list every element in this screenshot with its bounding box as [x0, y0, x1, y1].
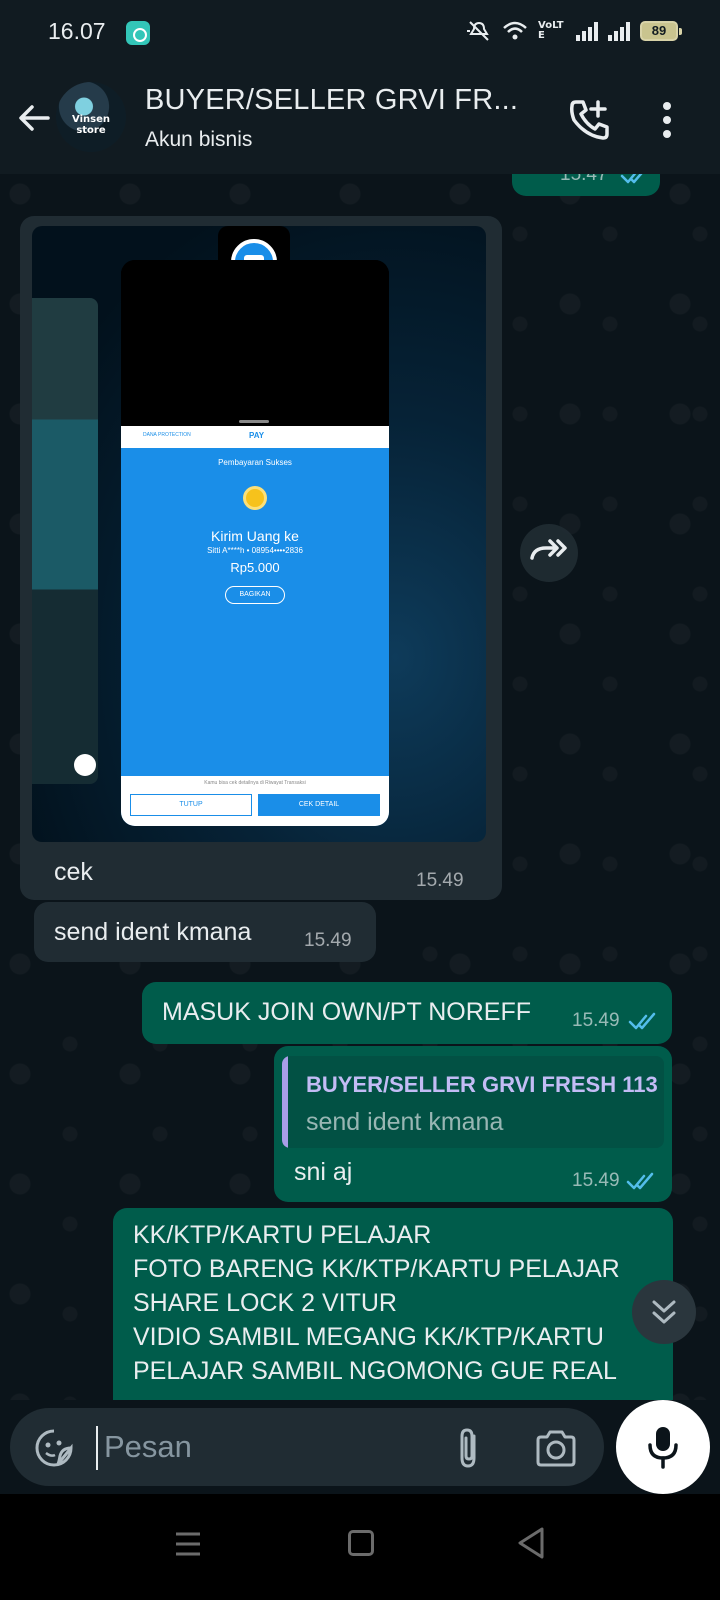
app-notification-icon [126, 21, 150, 45]
payment-amount: Rp5.000 [230, 560, 280, 575]
voice-message-button[interactable] [616, 1400, 710, 1494]
volte-icon: VoLTE [538, 20, 564, 41]
dana-protection-label: DANA PROTECTION [143, 432, 191, 438]
avatar-label: Vinsen store [72, 114, 110, 136]
read-ticks-icon [628, 1012, 656, 1030]
detail-button: CEK DETAIL [258, 794, 380, 816]
payment-note: Kamu bisa cek detailnya di Riwayat Trans… [204, 780, 306, 786]
double-chevron-down-icon [652, 1300, 676, 1324]
text-caret [96, 1426, 98, 1470]
quoted-message[interactable]: BUYER/SELLER GRVI FRESH 113 send ident k… [282, 1056, 664, 1148]
message-text: sni aj [294, 1158, 353, 1186]
add-call-icon[interactable] [568, 98, 612, 142]
camera-icon[interactable] [534, 1428, 578, 1468]
message-bubble-outgoing[interactable]: 15.47 [512, 174, 660, 196]
forward-icon [530, 539, 567, 560]
read-ticks-icon [620, 174, 643, 184]
message-time: 15.49 [572, 1170, 620, 1191]
close-button: TUTUP [130, 794, 252, 816]
share-button: BAGIKAN [225, 586, 285, 604]
payment-status: Pembayaran Sukses [218, 458, 292, 467]
payment-screen: DANA PROTECTION PAY Pembayaran Sukses Ki… [121, 260, 389, 826]
chat-header: Vinsen store BUYER/SELLER GRVI FR... Aku… [0, 62, 720, 174]
message-time: 15.49 [572, 1010, 620, 1031]
composer-bar [0, 1400, 720, 1494]
sticker-icon[interactable] [34, 1428, 74, 1468]
forward-button[interactable] [520, 524, 578, 582]
message-bubble-outgoing[interactable]: MASUK JOIN OWN/PT NOREFF 15.49 [142, 982, 672, 1044]
home-icon[interactable] [348, 1530, 374, 1556]
system-nav-bar [0, 1494, 720, 1600]
battery-icon: 89 [640, 21, 682, 41]
chat-subtitle: Akun bisnis [145, 128, 253, 151]
chat-title[interactable]: BUYER/SELLER GRVI FR... [145, 84, 518, 117]
mute-icon [467, 21, 489, 41]
quoted-text: send ident kmana [306, 1108, 504, 1136]
coin-icon [243, 486, 267, 510]
back-arrow-icon[interactable] [14, 98, 54, 138]
message-time: 15.47 [560, 174, 608, 185]
status-bar: 16.07 VoLTE 89 [0, 0, 720, 62]
chat-area[interactable]: 15.47 DANA PROTECTION PAY Pembayaran Suk… [0, 174, 720, 1400]
read-ticks-icon [626, 1172, 654, 1190]
status-icons: VoLTE 89 [466, 16, 682, 46]
more-options-icon[interactable] [655, 98, 679, 142]
message-field [10, 1408, 604, 1486]
avatar[interactable]: Vinsen store [56, 82, 126, 152]
message-bubble-incoming-image[interactable]: DANA PROTECTION PAY Pembayaran Sukses Ki… [20, 216, 502, 900]
payment-heading: Kirim Uang ke [211, 528, 299, 544]
message-bubble-incoming[interactable]: send ident kmana 15.49 [34, 902, 376, 962]
signal-icon [608, 21, 630, 41]
attach-icon[interactable] [450, 1426, 490, 1470]
message-time: 15.49 [304, 930, 352, 951]
message-text: MASUK JOIN OWN/PT NOREFF [162, 998, 531, 1026]
status-time: 16.07 [48, 18, 106, 44]
back-triangle-icon[interactable] [516, 1526, 546, 1560]
message-text: send ident kmana [54, 918, 252, 946]
wifi-icon [503, 21, 527, 40]
message-input[interactable] [104, 1422, 424, 1472]
scroll-to-bottom-button[interactable] [632, 1280, 696, 1344]
image-phone-preview [32, 298, 98, 784]
message-time: 15.49 [416, 870, 464, 891]
message-caption: cek [54, 858, 93, 886]
pay-label: PAY [249, 431, 265, 440]
signal-icon [576, 21, 598, 41]
message-text: KK/KTP/KARTU PELAJAR FOTO BARENG KK/KTP/… [133, 1221, 620, 1385]
microphone-icon [648, 1427, 678, 1469]
recent-apps-icon[interactable] [174, 1530, 202, 1558]
message-image[interactable]: DANA PROTECTION PAY Pembayaran Sukses Ki… [32, 226, 486, 842]
payment-recipient: Sitti A****h • 08954••••2836 [207, 546, 303, 555]
quoted-author: BUYER/SELLER GRVI FRESH 113 [306, 1072, 658, 1097]
